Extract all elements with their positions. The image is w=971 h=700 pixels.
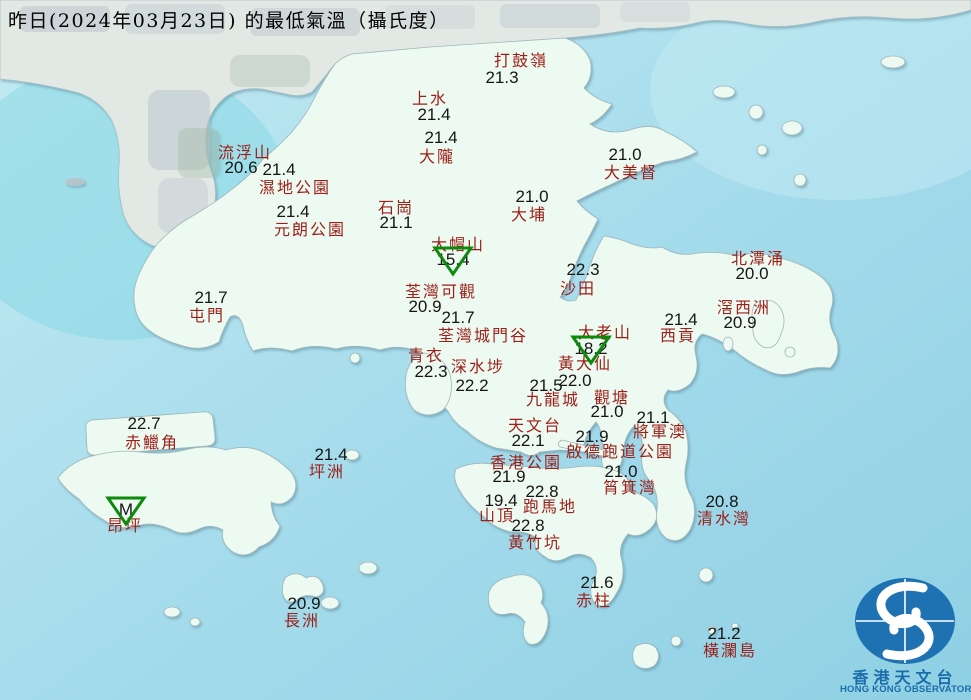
station-value: 21.0 (604, 462, 638, 481)
station-value: 21.1 (379, 213, 413, 232)
map-title: 昨日(2024年03月23日) 的最低氣溫（攝氏度） (8, 10, 450, 32)
station-value: 20.6 (224, 158, 258, 177)
station-value: 21.4 (417, 105, 451, 124)
station-value: 20.0 (735, 264, 769, 283)
weather-map: 打鼓嶺 21.3 上水 21.4 大隴 21.4 流浮山 20.6 濕地公園 21.4 元朗公園 21… (0, 0, 971, 700)
station-value: 21.0 (590, 402, 624, 421)
station-value: 21.3 (485, 68, 519, 87)
station-value: 21.5 (529, 376, 563, 395)
station-value: 21.4 (276, 202, 310, 221)
station-value: 21.6 (580, 573, 614, 592)
station-value: 15.4 (436, 250, 470, 269)
station-value: 22.2 (455, 376, 489, 395)
station-labels-layer: 打鼓嶺 21.3 上水 21.4 大隴 21.4 流浮山 20.6 濕地公園 21.4 元朗公園 21… (0, 0, 971, 700)
station-value: 20.8 (705, 492, 739, 511)
hko-logo-icon (855, 578, 955, 664)
station-value: 19.4 (484, 491, 518, 510)
station-value: M (118, 500, 134, 519)
station-value: 22.8 (525, 482, 559, 501)
station-value: 21.0 (608, 145, 642, 164)
station-value: 21.7 (441, 308, 475, 327)
station-value: 21.4 (314, 445, 348, 464)
station-value: 22.8 (511, 516, 545, 535)
station-value: 22.7 (127, 414, 161, 433)
station-value: 22.3 (566, 260, 600, 279)
station-value: 20.9 (287, 594, 321, 613)
hko-logo-name-en: HONG KONG OBSERVATORY (840, 684, 971, 695)
station-value: 22.1 (511, 431, 545, 450)
station-value: 21.4 (262, 160, 296, 179)
station-value: 21.9 (492, 467, 526, 486)
station-value: 21.4 (664, 310, 698, 329)
station-value: 21.9 (575, 427, 609, 446)
station-name: 深水埗 (450, 357, 506, 376)
station-value: 22.3 (414, 362, 448, 381)
station-value: 21.4 (424, 128, 458, 147)
station-value: 21.2 (707, 624, 741, 643)
station-value: 21.1 (636, 408, 670, 427)
station-value: 22.0 (558, 371, 592, 390)
hko-logo: 香港天文台 HONG KONG OBSERVATORY (840, 574, 971, 698)
station-value: 21.0 (515, 187, 549, 206)
station-value: 21.7 (194, 288, 228, 307)
station-value: 20.9 (408, 297, 442, 316)
station-value: 18.2 (574, 339, 608, 358)
station-value: 20.9 (723, 313, 757, 332)
